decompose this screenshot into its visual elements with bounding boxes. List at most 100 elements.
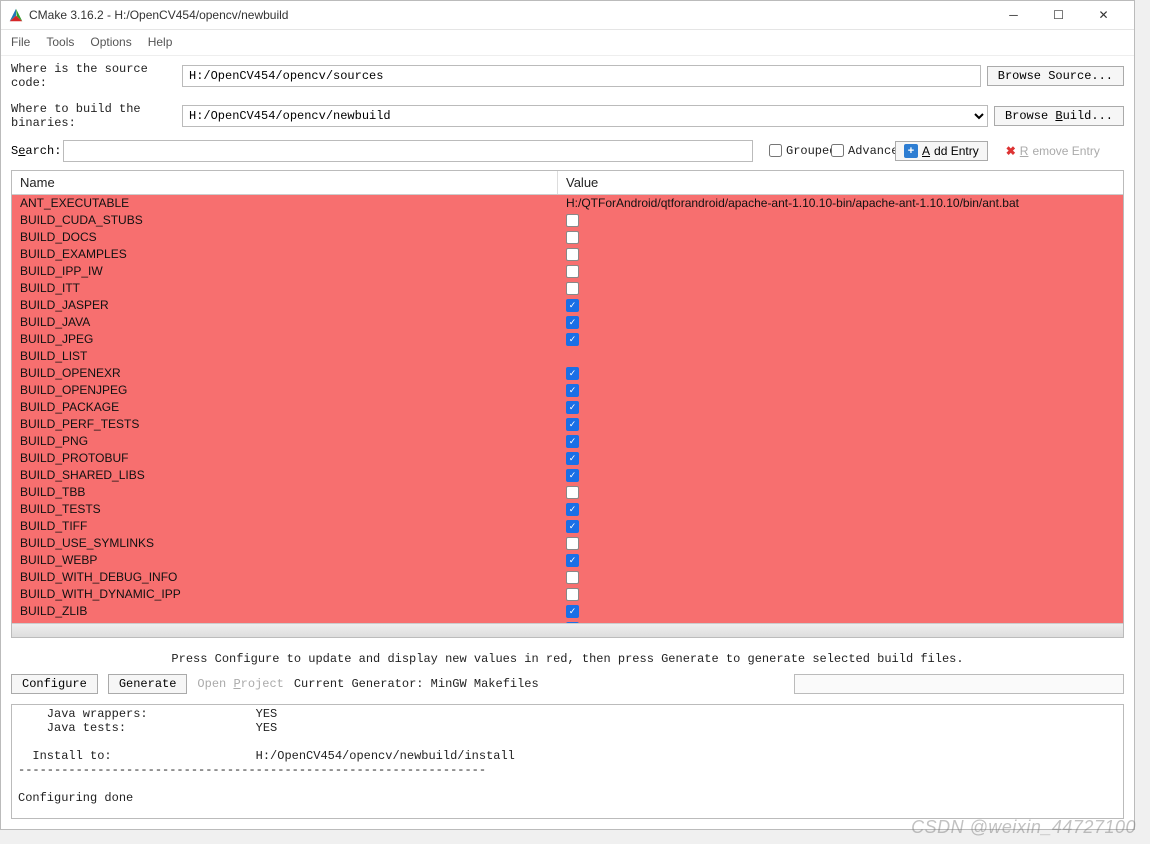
cache-value[interactable] bbox=[558, 214, 1123, 227]
checkbox-icon[interactable] bbox=[566, 571, 579, 584]
cache-value[interactable]: ✓ bbox=[558, 299, 1123, 312]
checkbox-icon[interactable] bbox=[566, 265, 579, 278]
horizontal-scrollbar[interactable] bbox=[12, 623, 1123, 637]
checkbox-icon[interactable] bbox=[566, 282, 579, 295]
cache-value[interactable]: ✓ bbox=[558, 520, 1123, 533]
table-row[interactable]: BUILD_LIST bbox=[12, 348, 1123, 365]
table-row[interactable]: BUILD_JAVA✓ bbox=[12, 314, 1123, 331]
table-row[interactable]: BUILD_WEBP✓ bbox=[12, 552, 1123, 569]
cache-value[interactable] bbox=[558, 571, 1123, 584]
checkbox-icon[interactable]: ✓ bbox=[566, 503, 579, 516]
cache-value[interactable] bbox=[558, 537, 1123, 550]
table-row[interactable]: BUILD_OPENJPEG✓ bbox=[12, 382, 1123, 399]
cache-value[interactable]: ✓ bbox=[558, 452, 1123, 465]
cache-value[interactable]: ✓ bbox=[558, 469, 1123, 482]
table-row[interactable]: BUILD_opencv_apps✓ bbox=[12, 620, 1123, 623]
checkbox-icon[interactable]: ✓ bbox=[566, 605, 579, 618]
table-row[interactable]: BUILD_EXAMPLES bbox=[12, 246, 1123, 263]
checkbox-icon[interactable]: ✓ bbox=[566, 384, 579, 397]
checkbox-icon[interactable]: ✓ bbox=[566, 622, 579, 623]
cache-value[interactable]: ✓ bbox=[558, 435, 1123, 448]
generate-button[interactable]: Generate bbox=[108, 674, 188, 694]
cache-value[interactable] bbox=[558, 265, 1123, 278]
cache-value[interactable] bbox=[558, 588, 1123, 601]
table-row[interactable]: BUILD_JASPER✓ bbox=[12, 297, 1123, 314]
browse-source-button[interactable]: Browse Source... bbox=[987, 66, 1124, 86]
menu-options[interactable]: Options bbox=[90, 35, 131, 49]
grouped-checkbox[interactable]: Grouped bbox=[769, 144, 815, 158]
checkbox-icon[interactable]: ✓ bbox=[566, 452, 579, 465]
table-row[interactable]: BUILD_DOCS bbox=[12, 229, 1123, 246]
cache-value[interactable]: ✓ bbox=[558, 367, 1123, 380]
table-row[interactable]: BUILD_TBB bbox=[12, 484, 1123, 501]
table-row[interactable]: BUILD_WITH_DYNAMIC_IPP bbox=[12, 586, 1123, 603]
col-header-name[interactable]: Name bbox=[12, 171, 558, 194]
table-row[interactable]: BUILD_USE_SYMLINKS bbox=[12, 535, 1123, 552]
checkbox-icon[interactable]: ✓ bbox=[566, 299, 579, 312]
table-body[interactable]: ANT_EXECUTABLEH:/QTForAndroid/qtforandro… bbox=[12, 195, 1123, 623]
menu-help[interactable]: Help bbox=[148, 35, 173, 49]
checkbox-icon[interactable] bbox=[566, 588, 579, 601]
table-row[interactable]: BUILD_IPP_IW bbox=[12, 263, 1123, 280]
checkbox-icon[interactable]: ✓ bbox=[566, 469, 579, 482]
menu-tools[interactable]: Tools bbox=[46, 35, 74, 49]
table-row[interactable]: BUILD_WITH_DEBUG_INFO bbox=[12, 569, 1123, 586]
cache-value[interactable] bbox=[558, 282, 1123, 295]
cache-value[interactable]: H:/QTForAndroid/qtforandroid/apache-ant-… bbox=[558, 196, 1123, 210]
table-row[interactable]: BUILD_ITT bbox=[12, 280, 1123, 297]
cmake-logo-icon bbox=[9, 8, 23, 22]
table-row[interactable]: BUILD_SHARED_LIBS✓ bbox=[12, 467, 1123, 484]
app-window: CMake 3.16.2 - H:/OpenCV454/opencv/newbu… bbox=[0, 0, 1135, 830]
checkbox-icon[interactable] bbox=[566, 537, 579, 550]
checkbox-icon[interactable]: ✓ bbox=[566, 316, 579, 329]
maximize-button[interactable]: ☐ bbox=[1036, 1, 1081, 29]
cache-value[interactable]: ✓ bbox=[558, 316, 1123, 329]
checkbox-icon[interactable]: ✓ bbox=[566, 401, 579, 414]
table-row[interactable]: ANT_EXECUTABLEH:/QTForAndroid/qtforandro… bbox=[12, 195, 1123, 212]
cache-value[interactable]: ✓ bbox=[558, 554, 1123, 567]
checkbox-icon[interactable]: ✓ bbox=[566, 367, 579, 380]
cache-value[interactable]: ✓ bbox=[558, 418, 1123, 431]
table-row[interactable]: BUILD_PERF_TESTS✓ bbox=[12, 416, 1123, 433]
cache-value[interactable] bbox=[558, 231, 1123, 244]
cache-value[interactable]: ✓ bbox=[558, 384, 1123, 397]
close-button[interactable]: ✕ bbox=[1081, 1, 1126, 29]
checkbox-icon[interactable]: ✓ bbox=[566, 333, 579, 346]
table-row[interactable]: BUILD_PACKAGE✓ bbox=[12, 399, 1123, 416]
add-entry-button[interactable]: +Add Entry bbox=[895, 141, 988, 161]
table-row[interactable]: BUILD_JPEG✓ bbox=[12, 331, 1123, 348]
checkbox-icon[interactable]: ✓ bbox=[566, 520, 579, 533]
table-row[interactable]: BUILD_TIFF✓ bbox=[12, 518, 1123, 535]
progress-bar bbox=[794, 674, 1124, 694]
table-row[interactable]: BUILD_TESTS✓ bbox=[12, 501, 1123, 518]
checkbox-icon[interactable]: ✓ bbox=[566, 435, 579, 448]
checkbox-icon[interactable]: ✓ bbox=[566, 418, 579, 431]
table-row[interactable]: BUILD_CUDA_STUBS bbox=[12, 212, 1123, 229]
cache-value[interactable]: ✓ bbox=[558, 333, 1123, 346]
minimize-button[interactable]: ─ bbox=[991, 1, 1036, 29]
table-row[interactable]: BUILD_PROTOBUF✓ bbox=[12, 450, 1123, 467]
checkbox-icon[interactable] bbox=[566, 231, 579, 244]
log-output[interactable]: Java wrappers: YES Java tests: YES Insta… bbox=[11, 704, 1124, 819]
search-input[interactable] bbox=[63, 140, 753, 162]
table-row[interactable]: BUILD_ZLIB✓ bbox=[12, 603, 1123, 620]
cache-value[interactable] bbox=[558, 248, 1123, 261]
menu-file[interactable]: File bbox=[11, 35, 30, 49]
cache-value[interactable]: ✓ bbox=[558, 622, 1123, 623]
source-path-input[interactable] bbox=[182, 65, 981, 87]
checkbox-icon[interactable] bbox=[566, 486, 579, 499]
checkbox-icon[interactable] bbox=[566, 248, 579, 261]
col-header-value[interactable]: Value bbox=[558, 171, 1123, 194]
cache-value[interactable] bbox=[558, 486, 1123, 499]
table-row[interactable]: BUILD_OPENEXR✓ bbox=[12, 365, 1123, 382]
table-row[interactable]: BUILD_PNG✓ bbox=[12, 433, 1123, 450]
cache-value[interactable]: ✓ bbox=[558, 605, 1123, 618]
checkbox-icon[interactable] bbox=[566, 214, 579, 227]
cache-value[interactable]: ✓ bbox=[558, 503, 1123, 516]
browse-build-button[interactable]: Browse Build... bbox=[994, 106, 1124, 126]
configure-button[interactable]: Configure bbox=[11, 674, 98, 694]
cache-value[interactable]: ✓ bbox=[558, 401, 1123, 414]
build-path-input[interactable]: H:/OpenCV454/opencv/newbuild bbox=[182, 105, 988, 127]
advanced-checkbox[interactable]: Advanced bbox=[831, 144, 877, 158]
checkbox-icon[interactable]: ✓ bbox=[566, 554, 579, 567]
